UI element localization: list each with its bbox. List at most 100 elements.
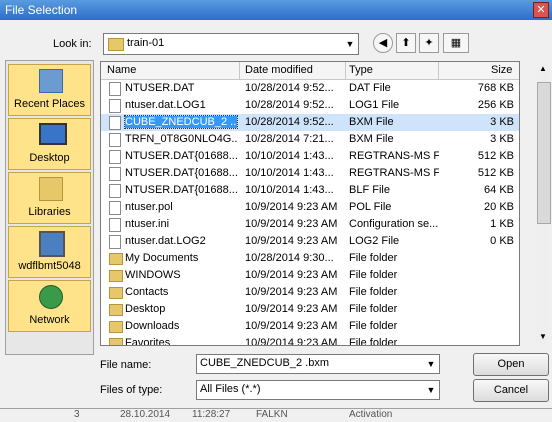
open-button[interactable]: Open xyxy=(473,353,549,376)
chevron-down-icon[interactable]: ▼ xyxy=(423,381,439,399)
place-label: Libraries xyxy=(28,206,71,218)
folder-icon xyxy=(108,38,124,51)
file-icon xyxy=(109,82,121,96)
file-size-cell: 64 KB xyxy=(484,184,514,196)
place-network[interactable]: Network xyxy=(8,280,91,332)
folder-row[interactable]: My Documents 10/28/2014 9:30... File folde… xyxy=(101,250,519,267)
place-label: Desktop xyxy=(29,152,70,164)
file-type-cell: File folder xyxy=(349,303,398,315)
folder-row[interactable]: Downloads 10/9/2014 9:23 AM File folder xyxy=(101,318,519,335)
file-date-cell: 10/9/2014 9:23 AM xyxy=(245,320,338,332)
file-name-value: CUBE_ZNEDCUB_2 .bxm xyxy=(200,357,329,369)
place-libraries[interactable]: Libraries xyxy=(8,172,91,224)
file-row[interactable]: CUBE_ZNEDCUB_2 .... 10/28/2014 9:52... BXM… xyxy=(101,114,519,131)
file-type-cell: POL File xyxy=(349,201,392,213)
file-name-cell: ntuser.dat.LOG2 xyxy=(125,235,206,247)
file-icon xyxy=(109,99,121,113)
file-row[interactable]: ntuser.ini 10/9/2014 9:23 AM Configuration… xyxy=(101,216,519,233)
file-type-select[interactable]: All Files (*.*) ▼ xyxy=(196,380,440,400)
file-name-cell: NTUSER.DAT{01688... xyxy=(125,167,237,179)
folder-icon xyxy=(109,304,123,316)
place-label: wdflbmt5048 xyxy=(18,260,81,272)
vertical-scrollbar[interactable]: ▲ ▼ xyxy=(536,62,551,344)
folder-icon xyxy=(109,287,123,299)
file-size-cell: 256 KB xyxy=(477,99,514,111)
file-row[interactable]: ntuser.pol 10/9/2014 9:23 AM POL File 20 KB xyxy=(101,199,519,216)
up-folder-button[interactable]: ⬆ xyxy=(396,33,416,53)
file-icon xyxy=(109,201,121,215)
file-type-cell: File folder xyxy=(349,286,398,298)
cancel-button[interactable]: Cancel xyxy=(473,379,549,402)
file-date-cell: 10/28/2014 9:52... xyxy=(245,82,334,94)
file-date-cell: 10/9/2014 9:23 AM xyxy=(245,286,338,298)
file-size-cell: 768 KB xyxy=(477,82,514,94)
file-date-cell: 10/10/2014 1:43... xyxy=(245,150,334,162)
file-icon xyxy=(109,150,121,164)
file-type-cell: REGTRANS-MS File xyxy=(349,150,439,162)
file-name-cell: Favorites xyxy=(125,337,171,346)
file-row[interactable]: NTUSER.DAT 10/28/2014 9:52... DAT File 768 … xyxy=(101,80,519,97)
scroll-up-icon[interactable]: ▲ xyxy=(536,62,550,76)
place-desktop[interactable]: Desktop xyxy=(8,118,91,170)
file-row[interactable]: NTUSER.DAT{01688... 10/10/2014 1:43... REG… xyxy=(101,165,519,182)
close-button[interactable]: ✕ xyxy=(533,2,549,18)
file-name-cell: Desktop xyxy=(125,303,166,315)
file-row[interactable]: ntuser.dat.LOG1 10/28/2014 9:52... LOG1 Fi… xyxy=(101,97,519,114)
bg-row-date: 28.10.2014 xyxy=(120,409,171,420)
file-icon xyxy=(109,167,121,181)
chevron-down-icon[interactable]: ▼ xyxy=(342,34,358,54)
column-type[interactable]: Type xyxy=(349,64,373,76)
file-type-cell: REGTRANS-MS File xyxy=(349,167,439,179)
file-name-cell: TRFN_0T8G0NLO4G... xyxy=(125,133,237,145)
new-folder-button[interactable]: ✦ xyxy=(419,33,439,53)
look-in-combo[interactable]: train-01 ▼ xyxy=(103,33,359,55)
bg-row-number: 3 xyxy=(74,409,80,420)
folder-row[interactable]: Contacts 10/9/2014 9:23 AM File folder xyxy=(101,284,519,301)
file-name-cell: Downloads xyxy=(125,320,180,332)
file-type-cell: File folder xyxy=(349,337,398,346)
file-type-label: Files of type: xyxy=(100,384,163,396)
file-name-input[interactable]: CUBE_ZNEDCUB_2 .bxm ▼ xyxy=(196,354,440,374)
scroll-down-icon[interactable]: ▼ xyxy=(536,330,550,344)
back-button[interactable]: ◀ xyxy=(373,33,393,53)
look-in-label: Look in: xyxy=(53,38,92,50)
file-name-cell: NTUSER.DAT xyxy=(125,82,195,94)
column-name[interactable]: Name xyxy=(107,64,136,76)
file-size-cell: 3 KB xyxy=(490,133,514,145)
file-date-cell: 10/9/2014 9:23 AM xyxy=(245,337,338,346)
place-recent-places[interactable]: Recent Places xyxy=(8,64,91,116)
file-date-cell: 10/9/2014 9:23 AM xyxy=(245,269,338,281)
file-type-cell: BXM File xyxy=(349,116,394,128)
file-size-cell: 1 KB xyxy=(490,218,514,230)
chevron-down-icon[interactable]: ▼ xyxy=(423,355,439,373)
file-row[interactable]: ntuser.dat.LOG2 10/9/2014 9:23 AM LOG2 Fil… xyxy=(101,233,519,250)
folder-row[interactable]: Favorites 10/9/2014 9:23 AM File folder xyxy=(101,335,519,346)
file-dialog: Look in: train-01 ▼ ◀ ⬆ ✦ ▦ Recent Place… xyxy=(0,20,552,408)
file-date-cell: 10/9/2014 9:23 AM xyxy=(245,218,338,230)
file-type-cell: File folder xyxy=(349,269,398,281)
folder-icon xyxy=(109,321,123,333)
file-name-cell: ntuser.pol xyxy=(125,201,173,213)
file-date-cell: 10/9/2014 9:23 AM xyxy=(245,303,338,315)
place-computer[interactable]: wdflbmt5048 xyxy=(8,226,91,278)
scroll-thumb[interactable] xyxy=(537,82,551,224)
column-date[interactable]: Date modified xyxy=(245,64,313,76)
title-bar: File Selection ✕ xyxy=(0,0,552,20)
file-row[interactable]: NTUSER.DAT{01688... 10/10/2014 1:43... BLF… xyxy=(101,182,519,199)
file-type-cell: File folder xyxy=(349,320,398,332)
views-menu-button[interactable]: ▦ xyxy=(443,33,469,53)
file-row[interactable]: NTUSER.DAT{01688... 10/10/2014 1:43... REG… xyxy=(101,148,519,165)
file-type-cell: BXM File xyxy=(349,133,394,145)
computer-icon xyxy=(39,231,65,257)
file-name-cell: NTUSER.DAT{01688... xyxy=(125,184,237,196)
file-row[interactable]: TRFN_0T8G0NLO4G... 10/28/2014 7:21... BXM … xyxy=(101,131,519,148)
folder-row[interactable]: Desktop 10/9/2014 9:23 AM File folder xyxy=(101,301,519,318)
column-size[interactable]: Size xyxy=(491,64,512,76)
folder-row[interactable]: WINDOWS 10/9/2014 9:23 AM File folder xyxy=(101,267,519,284)
file-icon xyxy=(109,218,121,232)
folder-icon xyxy=(109,338,123,345)
file-size-cell: 0 KB xyxy=(490,235,514,247)
file-list[interactable]: Name Date modified Type Size NTUSER.DAT 1… xyxy=(100,61,520,346)
file-date-cell: 10/9/2014 9:23 AM xyxy=(245,201,338,213)
file-type-cell: Configuration se... xyxy=(349,218,439,230)
